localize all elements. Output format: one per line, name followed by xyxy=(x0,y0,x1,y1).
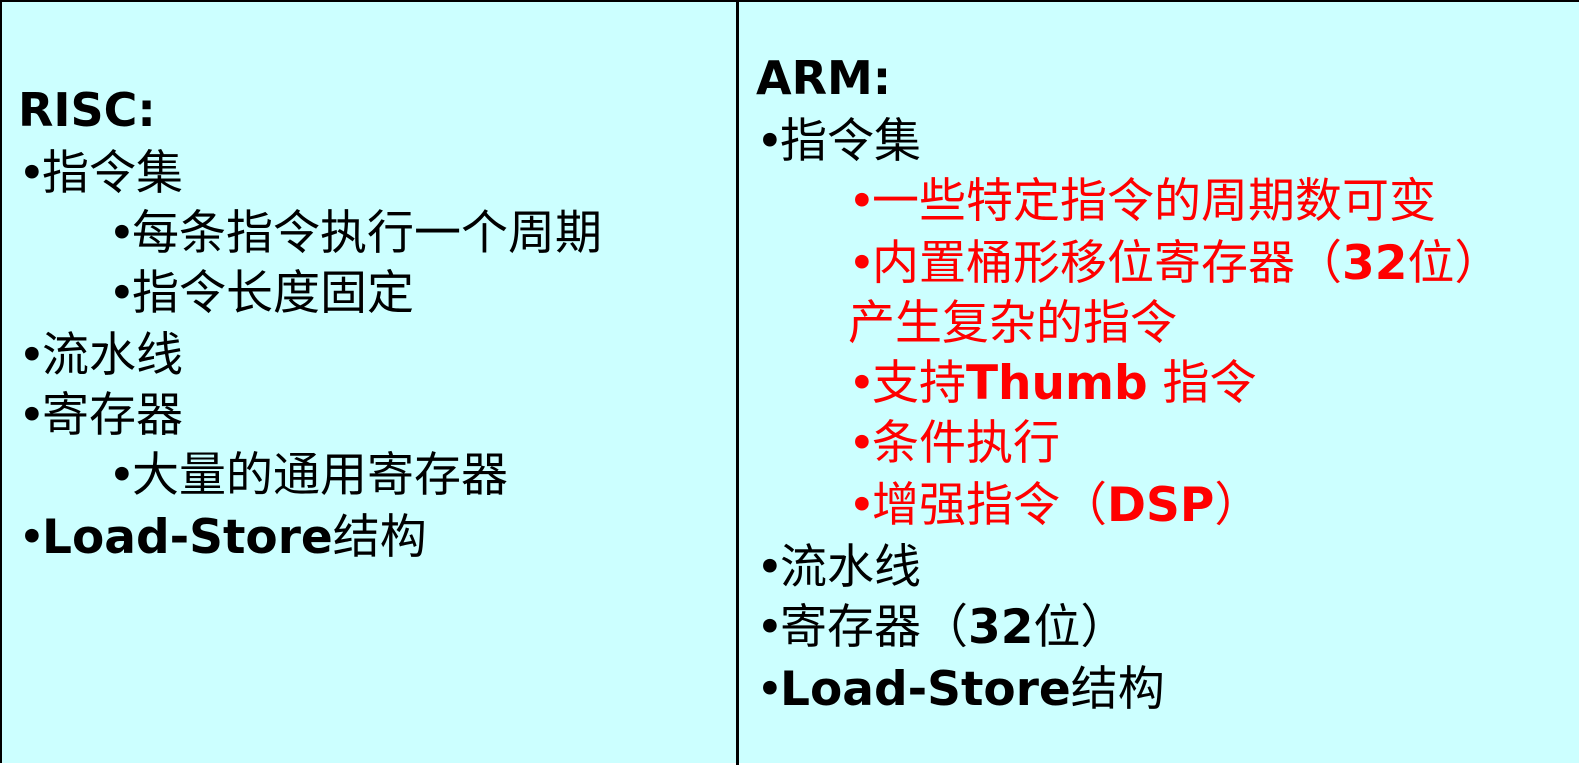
arm-item-load-store: •Load-Store结构 xyxy=(756,660,1165,720)
bullet-glyph: • xyxy=(848,478,876,533)
comparison-table: RISC: •指令集 •每条指令执行一个周期 •指令长度固定 •流水线 •寄存器… xyxy=(0,0,1579,765)
arm-item-instruction-set: •指令集 xyxy=(756,112,921,172)
column-divider xyxy=(736,2,739,765)
arm-item-registers: •寄存器（32位） xyxy=(756,598,1127,658)
risc-item-fixed-length: •指令长度固定 xyxy=(108,264,414,324)
arm-item-complex-instructions: 产生复杂的指令 xyxy=(848,296,1177,351)
bullet-glyph: • xyxy=(108,266,136,321)
arm-item-conditional: •条件执行 xyxy=(848,414,1060,474)
bullet-glyph: • xyxy=(108,206,136,261)
bullet-glyph: • xyxy=(756,600,784,655)
bullet-glyph: • xyxy=(18,388,46,443)
risc-item-pipeline: •流水线 xyxy=(18,326,183,386)
bullet-glyph: • xyxy=(756,662,784,717)
risc-item-one-cycle: •每条指令执行一个周期 xyxy=(108,204,602,264)
arm-heading: ARM: xyxy=(756,51,892,105)
arm-item-dsp: •增强指令（DSP） xyxy=(848,476,1261,536)
bullet-glyph: • xyxy=(756,114,784,169)
bullet-glyph: • xyxy=(848,356,876,411)
risc-item-registers: •寄存器 xyxy=(18,386,183,446)
bullet-glyph: • xyxy=(108,448,136,503)
risc-item-general-registers: •大量的通用寄存器 xyxy=(108,446,508,506)
bullet-glyph: • xyxy=(848,236,876,291)
bullet-glyph: • xyxy=(18,328,46,383)
bullet-glyph: • xyxy=(848,174,876,229)
arm-item-pipeline: •流水线 xyxy=(756,538,921,598)
arm-item-variable-cycles: •一些特定指令的周期数可变 xyxy=(848,172,1436,232)
arm-item-barrel-shifter: •内置桶形移位寄存器（32位） xyxy=(848,234,1501,294)
risc-heading: RISC: xyxy=(18,83,156,137)
bullet-glyph: • xyxy=(756,540,784,595)
risc-item-instruction-set: •指令集 xyxy=(18,144,183,204)
bullet-glyph: • xyxy=(18,146,46,201)
bullet-glyph: • xyxy=(18,510,46,565)
risc-item-load-store: •Load-Store结构 xyxy=(18,508,427,568)
arm-item-thumb: •支持Thumb 指令 xyxy=(848,354,1257,414)
bullet-glyph: • xyxy=(848,416,876,471)
